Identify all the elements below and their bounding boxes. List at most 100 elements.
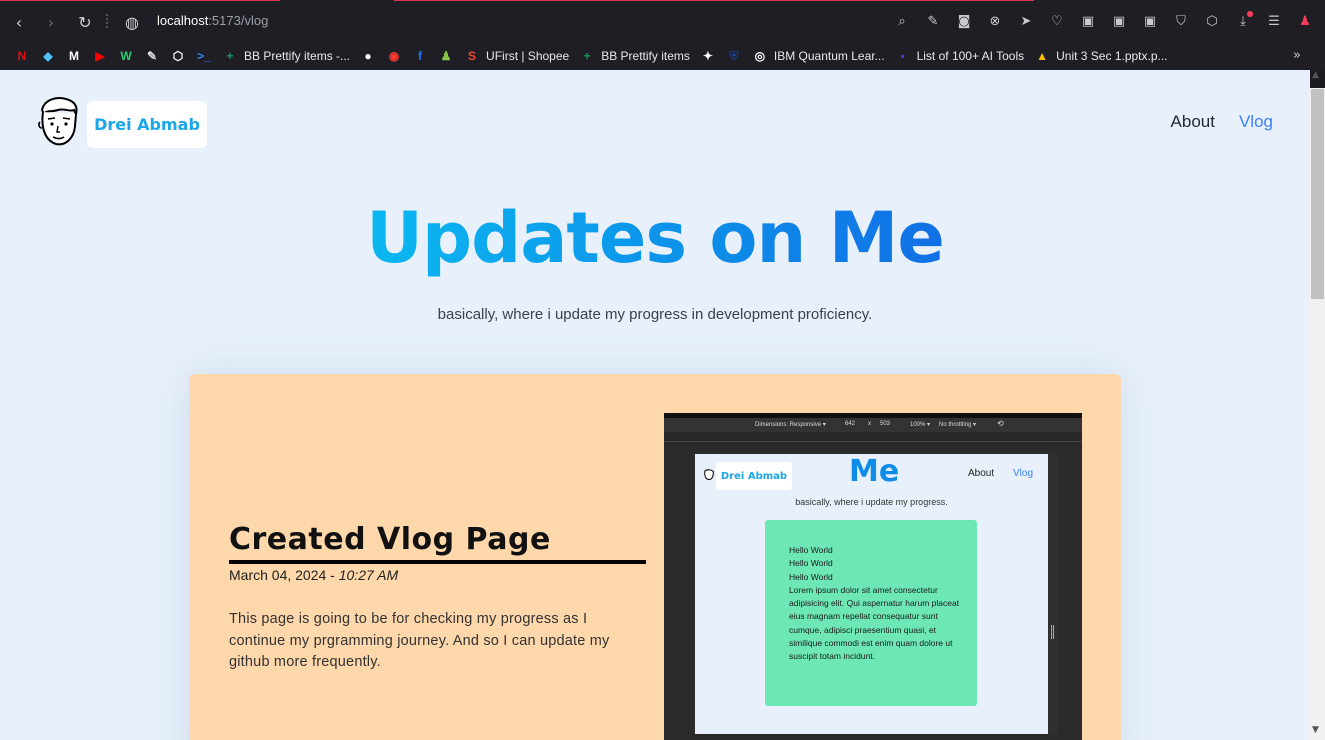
page-subtitle: basically, where i update my progress in…	[437, 306, 873, 323]
bookmark-item[interactable]: M	[66, 48, 82, 64]
bookmark-item[interactable]: ◎ IBM Quantum Lear...	[752, 48, 885, 64]
bookmark-favicon-icon: ⛨	[729, 49, 739, 63]
bookmark-favicon-icon: ▲	[1036, 49, 1049, 63]
bookmarks-bar: N ◆ M ▶ W ✎ ⬡ >_ + BB Prettify items -... ● ◉ f ♟ S UFi…	[0, 42, 1325, 70]
screenshot-ruler	[664, 432, 1082, 442]
screenshot-side-panel	[1048, 454, 1058, 734]
bookmark-item[interactable]: + BB Prettify items -...	[222, 48, 350, 64]
mini-nav-vlog: Vlog	[1013, 468, 1034, 479]
extension-icon[interactable]: ▣	[1109, 11, 1129, 31]
screenshot-x: x	[868, 421, 871, 427]
scroll-down-icon[interactable]: ▼	[1312, 725, 1319, 735]
extension-icon[interactable]: ▣	[1078, 11, 1098, 31]
bookmark-item[interactable]: N	[14, 48, 30, 64]
bookmark-favicon-icon: f	[418, 49, 423, 63]
bookmark-favicon-icon: ◆	[43, 49, 53, 63]
bookmark-item[interactable]: ⬡	[170, 48, 186, 64]
mini-avatar-icon	[704, 469, 714, 481]
page-viewport: Drei Abmab About Vlog Updates on Me basi…	[0, 70, 1310, 740]
toolbar-separator	[106, 14, 108, 28]
camera-icon[interactable]: ◙	[954, 11, 974, 31]
screenshot-throttle: No throttling ▾	[939, 422, 977, 428]
bookmark-item[interactable]: ♟	[438, 48, 454, 64]
scroll-up-icon[interactable]: ▲	[1312, 70, 1319, 80]
url-path: :5173/vlog	[208, 13, 269, 28]
bookmark-item[interactable]: ✦	[700, 48, 716, 64]
toolbar-icons: ⌕ ✎ ◙ ⊗ ➤ ♡ ▣ ▣ ▣ ⛉ ⬡ ⤓ ☰ ♟	[892, 11, 1315, 31]
block-icon[interactable]: ⊗	[985, 11, 1005, 31]
post-date-text: March 04, 2024 -	[229, 567, 339, 583]
screenshot-page: Drei Abmab Me About Vlog basically, wher…	[695, 454, 1048, 734]
bookmark-item[interactable]: ✎	[144, 48, 160, 64]
mini-card-text: Hello World Hello World Hello World Lorem i…	[789, 544, 964, 664]
screenshot-height: 503	[880, 421, 891, 427]
bookmark-item[interactable]: ▪ List of 100+ AI Tools	[895, 48, 1025, 64]
url-host: localhost	[157, 13, 209, 28]
edit-icon[interactable]: ✎	[923, 11, 943, 31]
zoom-icon[interactable]: ⌕	[892, 11, 912, 31]
bookmark-item[interactable]: ▲ Unit 3 Sec 1.pptx.p...	[1034, 48, 1167, 64]
mini-card: Hello World Hello World Hello World Lorem i…	[765, 520, 977, 706]
mini-subtitle: basically, where i update my progress.	[795, 497, 948, 507]
post-screenshot-image: Dimensions: Responsive ▾ 642 x 503 100% …	[664, 413, 1082, 740]
bookmark-item[interactable]: + BB Prettify items	[579, 48, 690, 64]
extension-icon[interactable]: ▣	[1140, 11, 1160, 31]
bookmark-label: BB Prettify items	[601, 49, 690, 63]
bookmark-item[interactable]: ◉	[386, 48, 402, 64]
bookmark-label: BB Prettify items -...	[244, 49, 351, 63]
bookmarks-overflow-button[interactable]: »	[1293, 48, 1301, 63]
reload-button[interactable]: ↻	[74, 11, 96, 33]
site-nav: About Vlog	[1171, 112, 1273, 132]
page-title: Updates on Me	[0, 197, 1310, 279]
screenshot-width: 642	[845, 421, 856, 427]
bookmark-favicon-icon: ▪	[900, 49, 905, 63]
bookmark-item[interactable]: W	[118, 48, 134, 64]
post-time: 10:27 AM	[338, 567, 399, 583]
bookmark-label: UFirst | Shopee	[486, 49, 570, 63]
bookmark-label: List of 100+ AI Tools	[916, 49, 1025, 63]
menu-icon[interactable]: ☰	[1264, 11, 1284, 31]
resize-handle	[1051, 625, 1054, 639]
forward-button[interactable]: ›	[40, 11, 62, 33]
bookmark-item[interactable]: ⛨	[726, 48, 742, 64]
address-bar[interactable]: localhost:5173/vlog	[157, 13, 268, 28]
tab-strip	[0, 0, 1325, 3]
bookmark-favicon-icon: ✎	[146, 49, 158, 63]
bookmark-favicon-icon: ✦	[702, 49, 713, 63]
mini-brand: Drei Abmab	[716, 462, 792, 490]
page-title-text: Updates on Me	[366, 197, 945, 279]
back-button[interactable]: ‹	[8, 11, 30, 33]
mini-card-line: Hello World	[789, 545, 833, 555]
vlog-post-card: Created Vlog Page March 04, 2024 - 10:27…	[189, 374, 1121, 740]
nav-vlog-link[interactable]: Vlog	[1239, 112, 1273, 132]
bookmark-favicon-icon: W	[120, 49, 132, 63]
brand-logo[interactable]: Drei Abmab	[87, 101, 207, 148]
bookmark-label: Unit 3 Sec 1.pptx.p...	[1056, 49, 1168, 63]
profile-icon[interactable]: ♟	[1295, 11, 1315, 31]
download-icon[interactable]: ⤓	[1233, 11, 1253, 31]
screenshot-dimensions: Dimensions: Responsive ▾	[755, 422, 826, 428]
bookmark-item[interactable]: ◆	[40, 48, 56, 64]
bookmark-item[interactable]: ▶	[92, 48, 108, 64]
bookmark-favicon-icon: ◎	[754, 49, 766, 63]
rotate-icon: ⟲	[997, 419, 1004, 428]
bookmark-favicon-icon: ◉	[388, 49, 400, 63]
bookmark-item[interactable]: >_	[196, 48, 212, 64]
nav-about-link[interactable]: About	[1171, 112, 1215, 132]
bookmark-item[interactable]: ●	[360, 48, 376, 64]
mini-title: Me	[849, 454, 900, 489]
shield-icon[interactable]: ⛉	[1171, 11, 1191, 31]
globe-icon[interactable]: ◍	[121, 11, 143, 33]
screenshot-zoom: 100% ▾	[910, 422, 931, 428]
bookmark-favicon-icon: ♟	[440, 49, 452, 63]
cube-icon[interactable]: ⬡	[1202, 11, 1222, 31]
heart-icon[interactable]: ♡	[1047, 11, 1067, 31]
scrollbar-thumb[interactable]	[1311, 89, 1324, 299]
post-date: March 04, 2024 - 10:27 AM	[229, 567, 398, 583]
bookmark-favicon-icon: +	[583, 49, 591, 63]
bookmark-item[interactable]: S UFirst | Shopee	[464, 48, 569, 64]
bookmark-item[interactable]: f	[412, 48, 428, 64]
avatar-logo-icon[interactable]	[36, 96, 82, 150]
post-title-underline	[229, 560, 646, 564]
send-icon[interactable]: ➤	[1016, 11, 1036, 31]
